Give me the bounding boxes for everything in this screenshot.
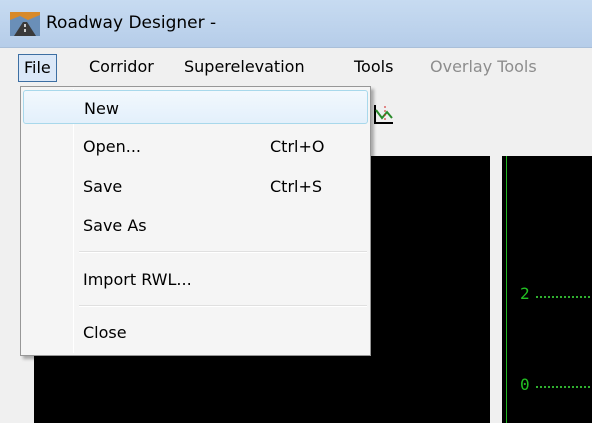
profile-chart-icon[interactable] bbox=[372, 102, 396, 126]
axis-label-2: 2 bbox=[520, 284, 530, 303]
menu-item-new-label: New bbox=[84, 99, 119, 118]
menu-file[interactable]: File bbox=[18, 54, 57, 82]
menu-item-save-label: Save bbox=[83, 177, 123, 196]
profile-view[interactable] bbox=[502, 156, 592, 423]
profile-axis bbox=[506, 156, 507, 423]
menu-item-import-rwl[interactable]: Import RWL... bbox=[23, 262, 368, 296]
menu-item-new[interactable]: New bbox=[23, 90, 368, 124]
menu-separator bbox=[79, 251, 367, 253]
menu-bar: File Corridor Superelevation Tools Overl… bbox=[0, 48, 592, 86]
menu-item-save-as-label: Save As bbox=[83, 216, 147, 235]
menu-corridor[interactable]: Corridor bbox=[84, 54, 159, 82]
title-bar: Roadway Designer - bbox=[0, 0, 592, 48]
menu-overlay-tools: Overlay Tools bbox=[430, 57, 537, 76]
menu-item-save[interactable]: Save Ctrl+S bbox=[23, 169, 368, 203]
file-menu-dropdown: New Open... Ctrl+O Save Ctrl+S Save As I… bbox=[20, 86, 371, 356]
menu-item-open-label: Open... bbox=[83, 137, 141, 156]
view-splitter[interactable] bbox=[490, 146, 502, 423]
menu-item-open-shortcut: Ctrl+O bbox=[270, 137, 325, 156]
menu-separator bbox=[79, 305, 367, 307]
menu-tools[interactable]: Tools bbox=[349, 54, 398, 82]
grid-line-2 bbox=[536, 296, 590, 298]
menu-item-close[interactable]: Close bbox=[23, 315, 368, 349]
menu-item-import-rwl-label: Import RWL... bbox=[83, 270, 192, 289]
menu-superelevation[interactable]: Superelevation bbox=[179, 54, 310, 82]
menu-item-save-shortcut: Ctrl+S bbox=[270, 177, 323, 196]
axis-label-0: 0 bbox=[520, 375, 530, 394]
menu-item-save-as[interactable]: Save As bbox=[23, 208, 368, 242]
grid-line-0 bbox=[536, 386, 590, 388]
menu-item-close-label: Close bbox=[83, 323, 127, 342]
roadway-designer-icon bbox=[10, 12, 40, 36]
menu-item-open[interactable]: Open... Ctrl+O bbox=[23, 129, 368, 163]
window-title: Roadway Designer - bbox=[46, 13, 217, 33]
